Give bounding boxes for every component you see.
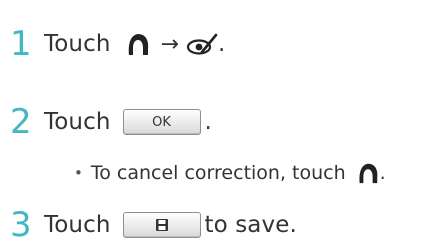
step-number: 1: [10, 24, 32, 64]
head-outline-icon: [356, 161, 380, 185]
head-outline-icon: [125, 31, 151, 57]
step-end: .: [204, 109, 212, 135]
step-text: Touch: [44, 109, 111, 135]
step-2: 2 Touch OK .: [0, 102, 212, 142]
red-eye-correction-icon: [186, 32, 218, 56]
step-number: 3: [10, 205, 32, 245]
save-button[interactable]: [122, 212, 201, 238]
step-text: Touch: [44, 212, 111, 238]
step-end: to save.: [204, 212, 297, 238]
step-1: 1 Touch → .: [0, 24, 225, 64]
note-end: .: [379, 162, 386, 184]
note-line: • To cancel correction, touch .: [74, 157, 386, 189]
save-icon: [155, 218, 169, 232]
ok-button-label: OK: [152, 114, 171, 130]
arrow-icon: →: [160, 31, 179, 57]
step-end: .: [217, 31, 226, 57]
note-text: To cancel correction, touch: [90, 162, 346, 184]
step-number: 2: [10, 102, 32, 142]
step-3: 3 Touch to save.: [0, 205, 297, 245]
step-text: Touch: [44, 31, 111, 57]
bullet: •: [74, 164, 83, 182]
ok-button[interactable]: OK: [122, 109, 201, 135]
